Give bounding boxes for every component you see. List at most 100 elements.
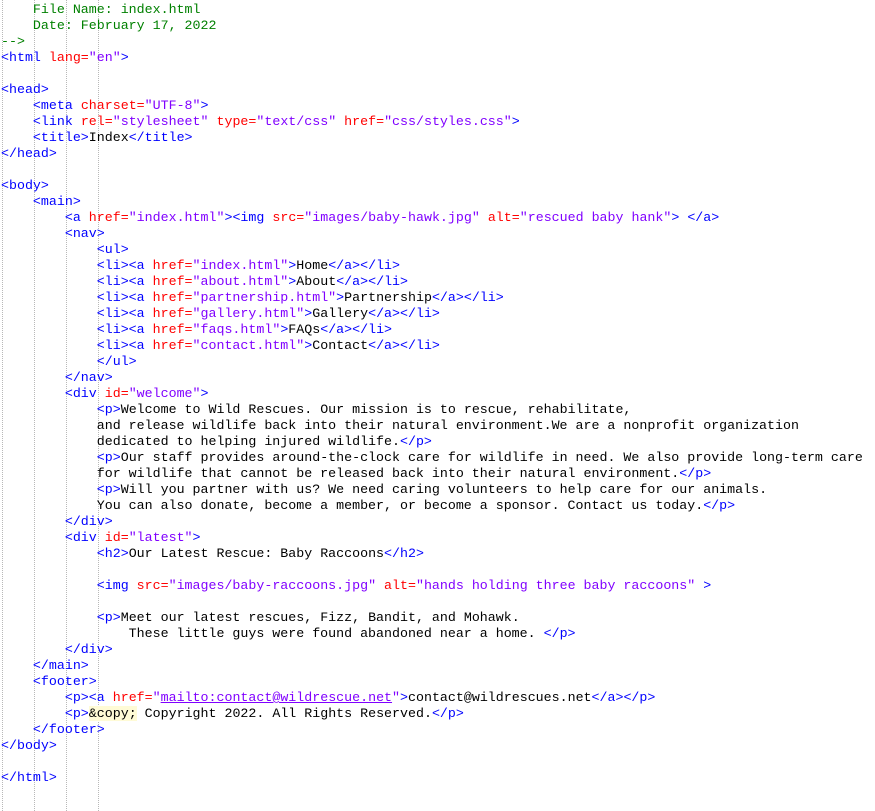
comment-token: Date: February 17, 2022 xyxy=(1,18,217,33)
plain-text-token: Index xyxy=(88,130,129,145)
html-tag-token: </a></li> xyxy=(320,322,393,337)
code-line[interactable]: </head> xyxy=(1,146,875,162)
code-line[interactable]: </div> xyxy=(1,514,875,530)
plain-text-token xyxy=(1,338,97,353)
html-tag-token: </body> xyxy=(1,738,57,753)
code-line[interactable]: </body> xyxy=(1,738,875,754)
code-line[interactable]: dedicated to helping injured wildlife.</… xyxy=(1,434,875,450)
code-line[interactable]: <footer> xyxy=(1,674,875,690)
code-line[interactable]: You can also donate, become a member, or… xyxy=(1,498,875,514)
code-line[interactable]: </main> xyxy=(1,658,875,674)
code-line[interactable]: <li><a href="contact.html">Contact</a></… xyxy=(1,338,875,354)
plain-text-token: dedicated to helping injured wildlife. xyxy=(1,434,400,449)
plain-text-token xyxy=(1,674,33,689)
plain-text-token xyxy=(336,114,344,129)
code-line[interactable]: <p>Our staff provides around-the-clock c… xyxy=(1,450,875,466)
code-line[interactable]: </nav> xyxy=(1,370,875,386)
plain-text-token xyxy=(1,274,97,289)
code-line[interactable]: <li><a href="about.html">About</a></li> xyxy=(1,274,875,290)
html-tag-token: </h2> xyxy=(384,546,424,561)
plain-text-token: You can also donate, become a member, or… xyxy=(1,498,704,513)
code-line[interactable]: <li><a href="faqs.html">FAQs</a></li> xyxy=(1,322,875,338)
attribute-name-token: href= xyxy=(152,274,193,289)
code-line[interactable]: Date: February 17, 2022 xyxy=(1,18,875,34)
plain-text-token xyxy=(1,530,65,545)
code-line[interactable]: File Name: index.html xyxy=(1,2,875,18)
code-line[interactable] xyxy=(1,754,875,770)
code-line[interactable]: </ul> xyxy=(1,354,875,370)
html-tag-token: > xyxy=(336,290,345,305)
html-tag-token: <p> xyxy=(64,706,89,721)
code-line[interactable]: </footer> xyxy=(1,722,875,738)
code-line[interactable]: <li><a href="index.html">Home</a></li> xyxy=(1,258,875,274)
code-line[interactable]: </div> xyxy=(1,642,875,658)
code-line[interactable]: <body> xyxy=(1,178,875,194)
code-line[interactable]: <li><a href="gallery.html">Gallery</a></… xyxy=(1,306,875,322)
html-tag-token: <div xyxy=(64,386,105,401)
attribute-value-token: "stylesheet" xyxy=(112,114,209,129)
plain-text-token xyxy=(1,290,97,305)
code-line[interactable]: <p>Meet our latest rescues, Fizz, Bandit… xyxy=(1,610,875,626)
plain-text-token: for wildlife that cannot be released bac… xyxy=(1,466,680,481)
attribute-value-token: "latest" xyxy=(128,530,193,545)
code-line[interactable]: <div id="welcome"> xyxy=(1,386,875,402)
code-line[interactable]: --> xyxy=(1,34,875,50)
code-line[interactable]: <h2>Our Latest Rescue: Baby Raccoons</h2… xyxy=(1,546,875,562)
code-line[interactable]: <div id="latest"> xyxy=(1,530,875,546)
code-line[interactable] xyxy=(1,162,875,178)
attribute-name-token: href= xyxy=(152,322,193,337)
html-tag-token: <li><a xyxy=(96,274,153,289)
code-line[interactable]: <meta charset="UTF-8"> xyxy=(1,98,875,114)
code-line[interactable] xyxy=(1,66,875,82)
html-tag-token: <li><a xyxy=(96,290,153,305)
html-tag-token: > xyxy=(200,386,209,401)
html-tag-token: <p> xyxy=(96,610,121,625)
code-line[interactable]: <title>Index</title> xyxy=(1,130,875,146)
code-line[interactable]: </html> xyxy=(1,770,875,786)
html-tag-token: > xyxy=(400,690,408,705)
attribute-value-token: "index.html" xyxy=(128,210,225,225)
attribute-value-token: "index.html" xyxy=(192,258,289,273)
attribute-name-token: alt= xyxy=(487,210,520,225)
code-line[interactable]: <head> xyxy=(1,82,875,98)
code-line[interactable]: These little guys were found abandoned n… xyxy=(1,626,875,642)
plain-text-token: and release wildlife back into their nat… xyxy=(1,418,799,433)
plain-text-token xyxy=(1,226,65,241)
plain-text-token xyxy=(1,98,33,113)
attribute-name-token: href= xyxy=(112,690,153,705)
html-tag-token: <p> xyxy=(96,482,121,497)
attribute-value-token: "welcome" xyxy=(128,386,201,401)
plain-text-token xyxy=(1,258,97,273)
code-line[interactable] xyxy=(1,594,875,610)
attribute-name-token: type= xyxy=(216,114,257,129)
code-line[interactable]: <p><a href="mailto:contact@wildrescue.ne… xyxy=(1,690,875,706)
html-tag-token: </p> xyxy=(399,434,432,449)
code-editor-window[interactable]: { "editor": { "file": "index.html", "lin… xyxy=(0,0,875,811)
attribute-name-token: href= xyxy=(152,306,193,321)
code-line[interactable]: <li><a href="partnership.html">Partnersh… xyxy=(1,290,875,306)
plain-text-token xyxy=(1,370,65,385)
code-line[interactable]: <ul> xyxy=(1,242,875,258)
code-line[interactable]: <p>Will you partner with us? We need car… xyxy=(1,482,875,498)
html-tag-token: <nav> xyxy=(64,226,105,241)
html-tag-token: ><img xyxy=(224,210,273,225)
code-line[interactable]: <p>Welcome to Wild Rescues. Our mission … xyxy=(1,402,875,418)
plain-text-token xyxy=(1,322,97,337)
comment-token: File Name: index.html xyxy=(1,2,201,17)
code-line[interactable]: <img src="images/baby-raccoons.jpg" alt=… xyxy=(1,578,875,594)
code-line[interactable]: <main> xyxy=(1,194,875,210)
plain-text-token xyxy=(1,130,33,145)
attribute-name-token: charset= xyxy=(80,98,145,113)
code-line[interactable]: <link rel="stylesheet" type="text/css" h… xyxy=(1,114,875,130)
code-line[interactable]: and release wildlife back into their nat… xyxy=(1,418,875,434)
code-editor-text-area[interactable]: File Name: index.html Date: February 17,… xyxy=(1,2,875,786)
code-line[interactable]: <p>&copy; Copyright 2022. All Rights Res… xyxy=(1,706,875,722)
code-line[interactable]: <nav> xyxy=(1,226,875,242)
plain-text-token xyxy=(480,210,488,225)
html-tag-token: > </a> xyxy=(671,210,720,225)
link-token: mailto:contact@wildrescue.net xyxy=(160,690,393,705)
code-line[interactable]: <html lang="en"> xyxy=(1,50,875,66)
code-line[interactable]: <a href="index.html"><img src="images/ba… xyxy=(1,210,875,226)
code-line[interactable] xyxy=(1,562,875,578)
code-line[interactable]: for wildlife that cannot be released bac… xyxy=(1,466,875,482)
